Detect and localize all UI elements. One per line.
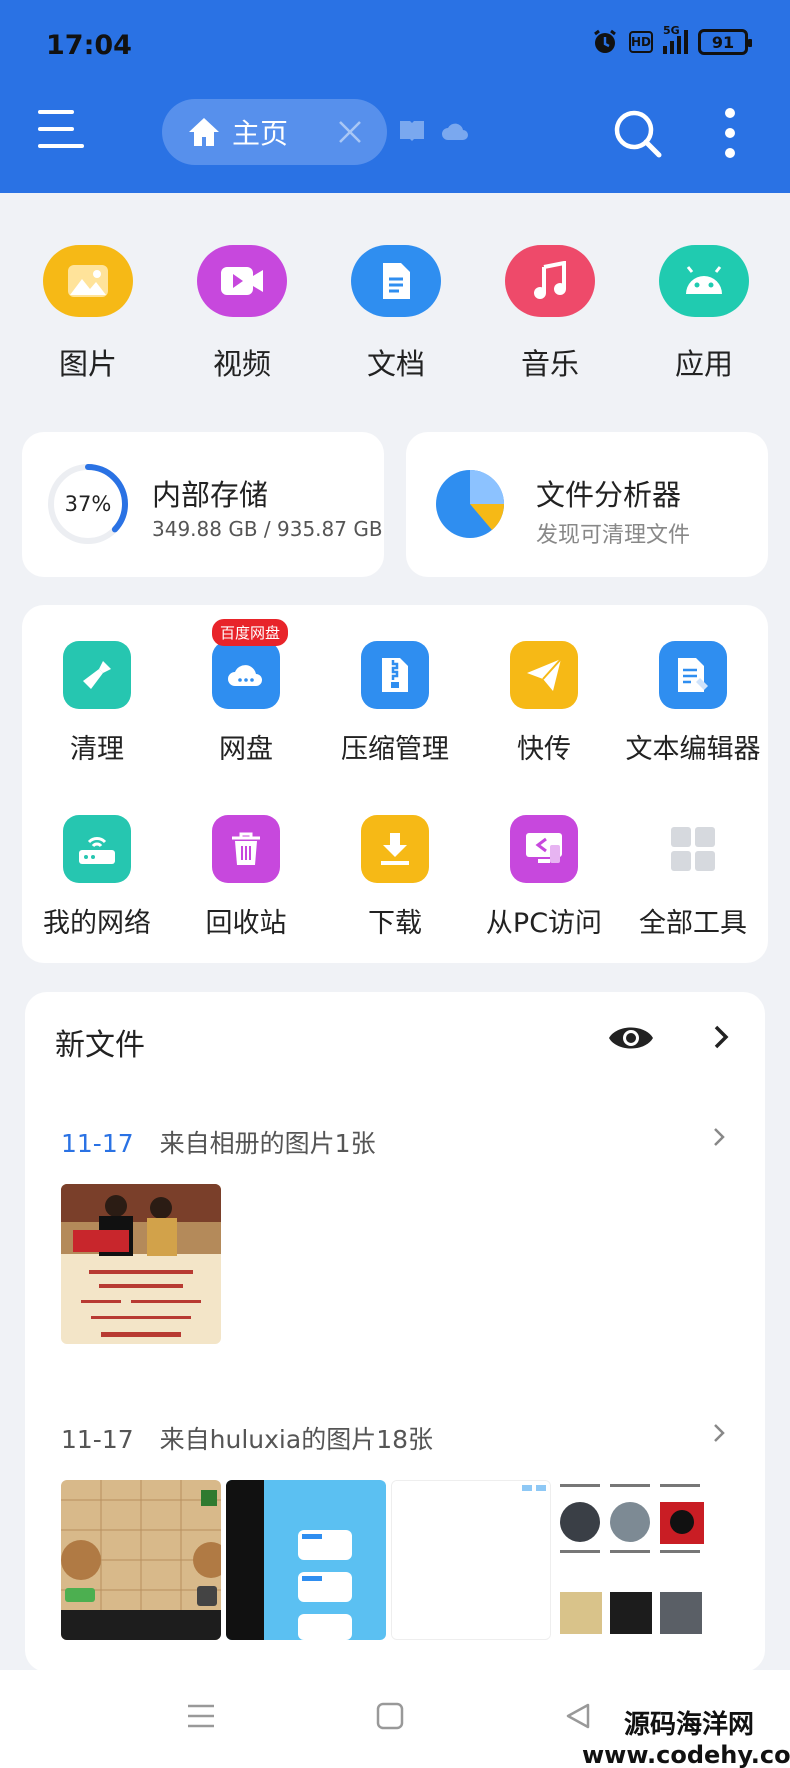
status-time: 17:04 [46,30,132,61]
hd-icon: HD [629,31,653,53]
storage-title: 内部存储 [152,478,269,512]
status-bar: 17:04 HD 5G 91 [0,0,790,90]
category-label: 音乐 [520,347,579,381]
router-icon [63,815,131,883]
document-icon [351,245,441,317]
category-label: 视频 [212,347,271,381]
tab-home[interactable]: 主页 [162,99,387,165]
watermark-url: www.codehy.com [582,1741,790,1768]
grid-icon [659,815,727,883]
eye-icon[interactable] [607,1018,655,1058]
tool-pc-access[interactable]: 从PC访问 [469,815,619,940]
cloud-drive-icon [212,641,280,709]
image-icon [43,245,133,317]
cloud-icon[interactable] [441,120,469,144]
tool-cloud-drive[interactable]: 网盘 [171,641,321,766]
trash-icon [212,815,280,883]
tool-quick-send[interactable]: 快传 [469,641,619,766]
video-icon [197,245,287,317]
android-icon [659,245,749,317]
chevron-right-icon[interactable] [709,1124,729,1150]
signal-icon: 5G [663,24,688,54]
home-icon [189,118,219,146]
tool-my-network[interactable]: 我的网络 [22,815,172,940]
close-icon[interactable] [335,117,365,147]
file-group-header[interactable]: 11-17 来自相册的图片1张 [61,1124,376,1160]
tool-label: 清理 [70,734,124,765]
menu-button[interactable] [38,110,88,154]
tool-label: 网盘 [219,734,273,765]
watermark-name: 源码海洋网 [624,1710,755,1740]
more-options-button[interactable] [722,108,738,158]
network-type: 5G [663,24,680,37]
new-files-card: 新文件 11-17 来自相册的图片1张 11-17 来自huluxia的图片18张 [25,992,765,1672]
category-apps[interactable]: 应用 [627,245,781,383]
download-icon [361,815,429,883]
tool-label: 从PC访问 [485,908,603,939]
text-editor-icon [659,641,727,709]
category-row: 图片 视频 文档 音乐 应用 [0,245,790,383]
battery-indicator: 91 [698,29,752,55]
analyzer-title: 文件分析器 [536,478,682,512]
tool-label: 快传 [517,734,571,765]
new-files-title: 新文件 [55,1028,145,1063]
tool-download[interactable]: 下载 [320,815,470,940]
watermark: 源码海洋网 www.codehy.com [582,1710,790,1768]
pc-access-icon [510,815,578,883]
tool-label: 下载 [368,908,422,939]
group-description: 来自相册的图片1张 [159,1129,376,1158]
tools-card: 清理 网盘 百度网盘 压缩管理 快传 文本编辑器 我的网络 回收站 下载 从PC… [22,605,768,963]
category-label: 文档 [366,347,425,381]
book-icon[interactable] [398,118,426,142]
image-thumbnail[interactable] [61,1480,221,1640]
chevron-right-icon[interactable] [709,1022,733,1052]
image-thumbnail[interactable] [61,1184,221,1344]
pie-chart-icon [436,470,505,538]
file-analyzer-card[interactable]: 文件分析器 发现可清理文件 [406,432,768,577]
tool-label: 压缩管理 [341,734,449,765]
category-label: 图片 [58,347,117,381]
app-header: 17:04 HD 5G 91 主页 [0,0,790,193]
baidu-netdisk-badge: 百度网盘 [212,619,289,646]
group-date: 11-17 [61,1425,134,1454]
analyzer-subtitle: 发现可清理文件 [536,523,691,548]
tool-text-editor[interactable]: 文本编辑器 [618,641,768,766]
music-icon [505,245,595,317]
hamburger-icon [38,110,74,114]
broom-icon [63,641,131,709]
recent-apps-icon[interactable] [186,1702,216,1730]
tool-label: 我的网络 [43,908,151,939]
category-music[interactable]: 音乐 [473,245,627,383]
group-description: 来自huluxia的图片18张 [159,1425,434,1454]
status-icons: HD 5G 91 [591,24,752,56]
file-group-header[interactable]: 11-17 来自huluxia的图片18张 [61,1420,433,1456]
tool-zip-manager[interactable]: 压缩管理 [320,641,470,766]
category-label: 应用 [674,347,733,381]
tab-home-label: 主页 [232,117,289,150]
chevron-right-icon[interactable] [709,1420,729,1446]
internal-storage-card[interactable]: 37% 内部存储 349.88 GB / 935.87 GB [22,432,384,577]
category-documents[interactable]: 文档 [319,245,473,383]
zip-icon [361,641,429,709]
category-videos[interactable]: 视频 [165,245,319,383]
tool-all-tools[interactable]: 全部工具 [618,815,768,940]
image-thumbnail[interactable] [226,1480,386,1640]
category-images[interactable]: 图片 [11,245,165,383]
tool-label: 文本编辑器 [625,734,761,765]
alarm-icon [594,29,616,53]
send-icon [510,641,578,709]
home-nav-icon[interactable] [376,1702,404,1730]
image-thumbnail[interactable] [556,1480,716,1640]
storage-usage: 349.88 GB / 935.87 GB [152,517,383,541]
image-thumbnail[interactable] [391,1480,551,1640]
tool-label: 全部工具 [639,908,747,939]
tool-clean[interactable]: 清理 [22,641,172,766]
search-icon[interactable] [612,108,664,160]
tool-label: 回收站 [205,908,287,939]
group-date: 11-17 [61,1129,134,1158]
storage-percent: 37% [64,492,112,516]
tool-recycle-bin[interactable]: 回收站 [171,815,321,940]
